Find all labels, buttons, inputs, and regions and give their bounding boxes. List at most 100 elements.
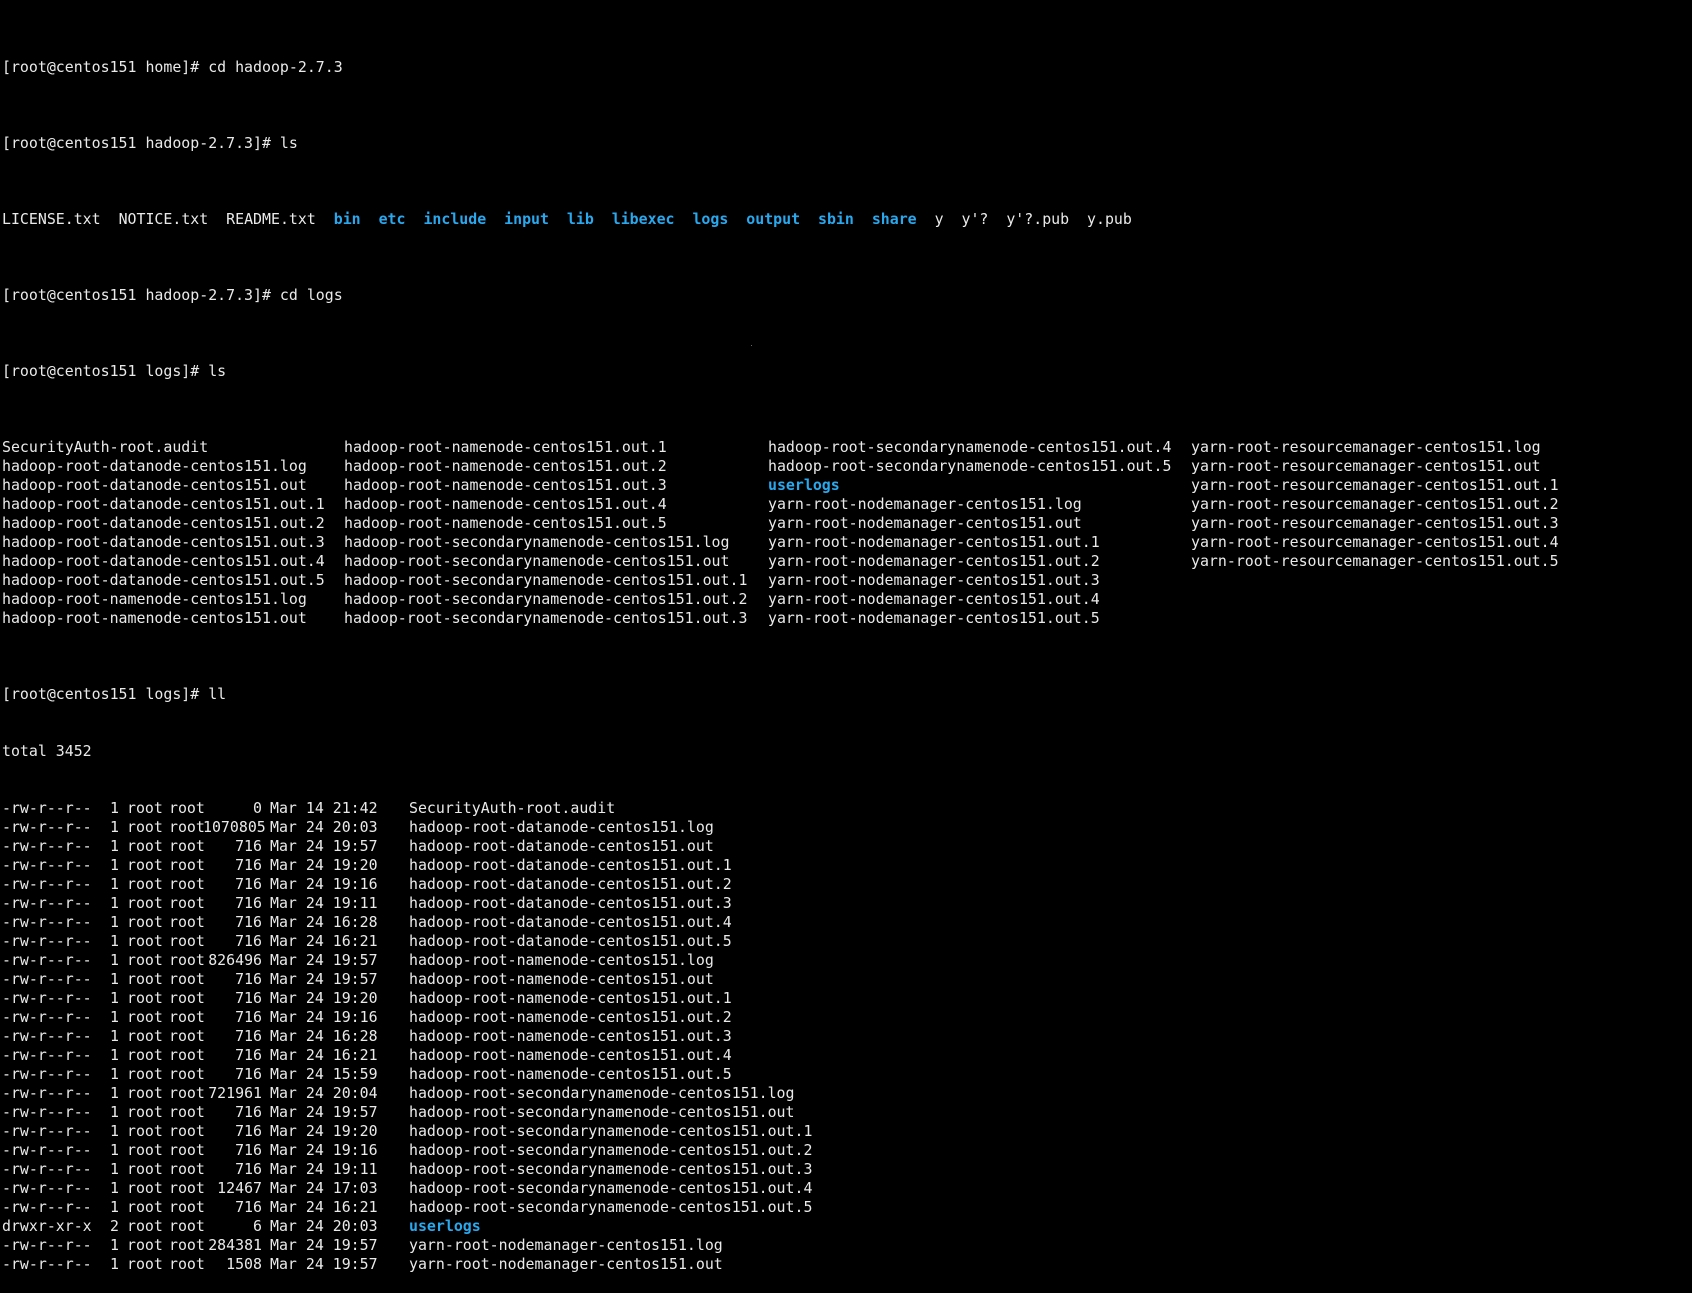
shell-prompt: [root@centos151 hadoop-2.7.3]# <box>2 286 271 304</box>
listing-perm: drwxr-xr-x <box>2 1217 92 1235</box>
listing-links: 1 <box>110 799 119 817</box>
listing-row: -rw-r--r-- 1 root root 716 Mar 24 19:11 hadoop… <box>2 894 1690 913</box>
listing-name: hadoop-root-namenode-centos151.out.3 <box>409 1027 732 1045</box>
listing-links: 1 <box>110 1065 119 1083</box>
listing-row: -rw-r--r-- 1 root root 721961 Mar 24 20:04 had… <box>2 1084 1690 1103</box>
directory-entry: output <box>746 210 801 228</box>
listing-links: 1 <box>110 818 119 836</box>
listing-perm: -rw-r--r-- <box>2 799 92 817</box>
file-entry: yarn-root-nodemanager-centos151.out.3 <box>768 571 1100 589</box>
listing-name: hadoop-root-secondarynamenode-centos151.… <box>409 1141 813 1159</box>
listing-owner: root <box>127 1103 163 1121</box>
file-entry: y'?.pub <box>1006 210 1070 228</box>
file-entry: LICENSE.txt <box>2 210 101 228</box>
shell-prompt: [root@centos151 logs]# <box>2 685 200 703</box>
listing-name: hadoop-root-datanode-centos151.out.1 <box>409 856 732 874</box>
listing-links: 1 <box>110 1179 119 1197</box>
listing-links: 1 <box>110 1046 119 1064</box>
directory-entry: bin <box>333 210 361 228</box>
listing-links: 1 <box>110 1103 119 1121</box>
listing-group: root <box>169 932 205 950</box>
directory-entry: lib <box>566 210 594 228</box>
listing-date: Mar 14 21:42 <box>270 799 378 817</box>
listing-size: 716 <box>235 1027 262 1045</box>
listing-perm: -rw-r--r-- <box>2 989 92 1007</box>
listing-name: hadoop-root-datanode-centos151.log <box>409 818 714 836</box>
listing-perm: -rw-r--r-- <box>2 1179 92 1197</box>
file-entry: yarn-root-nodemanager-centos151.out.1 <box>768 533 1100 551</box>
file-entry: hadoop-root-namenode-centos151.log <box>2 590 307 608</box>
listing-date: Mar 24 15:59 <box>270 1065 378 1083</box>
listing-links: 1 <box>110 1160 119 1178</box>
listing-size: 716 <box>235 1008 262 1026</box>
listing-links: 1 <box>110 989 119 1007</box>
file-entry: hadoop-root-datanode-centos151.out.4 <box>2 552 325 570</box>
listing-date: Mar 24 16:21 <box>270 932 378 950</box>
listing-size: 6 <box>253 1217 262 1235</box>
listing-owner: root <box>127 913 163 931</box>
listing-links: 1 <box>110 1084 119 1102</box>
listing-perm: -rw-r--r-- <box>2 1084 92 1102</box>
shell-prompt: [root@centos151 home]# <box>2 58 200 76</box>
listing-owner: root <box>127 1179 163 1197</box>
listing-row: -rw-r--r-- 1 root root 284381 Mar 24 19:57 yar… <box>2 1236 1690 1255</box>
listing-name: hadoop-root-namenode-centos151.out <box>409 970 714 988</box>
listing-name: hadoop-root-datanode-centos151.out.5 <box>409 932 732 950</box>
listing-size: 716 <box>235 932 262 950</box>
listing-perm: -rw-r--r-- <box>2 1198 92 1216</box>
listing-row: -rw-r--r-- 1 root root 1508 Mar 24 19:57 yarn-… <box>2 1255 1690 1274</box>
command-text: ll <box>199 685 227 703</box>
listing-owner: root <box>127 1046 163 1064</box>
listing-perm: -rw-r--r-- <box>2 970 92 988</box>
listing-links: 1 <box>110 875 119 893</box>
listing-name: hadoop-root-namenode-centos151.out.4 <box>409 1046 732 1064</box>
ls-row: hadoop-root-namenode-centos151.log hadoop… <box>2 590 1690 609</box>
command-line: [root@centos151 logs]# ls <box>2 362 1690 381</box>
file-entry: y <box>934 210 944 228</box>
terminal-window[interactable]: [root@centos151 home]# cd hadoop-2.7.3 [… <box>2 1 1690 1273</box>
listing-group: root <box>169 1236 205 1254</box>
listing-date: Mar 24 16:28 <box>270 1027 378 1045</box>
listing-name: hadoop-root-secondarynamenode-centos151.… <box>409 1198 813 1216</box>
listing-group: root <box>169 856 205 874</box>
listing-row: -rw-r--r-- 1 root root 716 Mar 24 19:11 hadoop… <box>2 1160 1690 1179</box>
listing-row: -rw-r--r-- 1 root root 716 Mar 24 19:20 hadoop… <box>2 856 1690 875</box>
listing-owner: root <box>127 989 163 1007</box>
listing-perm: -rw-r--r-- <box>2 951 92 969</box>
listing-owner: root <box>127 951 163 969</box>
listing-links: 1 <box>110 932 119 950</box>
command-text: ls <box>270 134 298 152</box>
listing-row: -rw-r--r-- 1 root root 716 Mar 24 19:57 hadoop… <box>2 1103 1690 1122</box>
command-text: cd hadoop-2.7.3 <box>199 58 343 76</box>
listing-perm: -rw-r--r-- <box>2 1065 92 1083</box>
file-entry: hadoop-root-namenode-centos151.out.2 <box>344 457 667 475</box>
ls-row: hadoop-root-datanode-centos151.out hadoop… <box>2 476 1690 495</box>
listing-name: hadoop-root-secondarynamenode-centos151.… <box>409 1103 795 1121</box>
listing-date: Mar 24 16:21 <box>270 1046 378 1064</box>
listing-perm: -rw-r--r-- <box>2 818 92 836</box>
listing-row: -rw-r--r-- 1 root root 716 Mar 24 19:20 hadoop… <box>2 989 1690 1008</box>
listing-group: root <box>169 1217 205 1235</box>
file-entry: hadoop-root-namenode-centos151.out.4 <box>344 495 667 513</box>
listing-owner: root <box>127 1217 163 1235</box>
file-entry: yarn-root-resourcemanager-centos151.out <box>1191 457 1541 475</box>
listing-size: 716 <box>235 1065 262 1083</box>
listing-group: root <box>169 1046 205 1064</box>
file-entry: yarn-root-nodemanager-centos151.out.2 <box>768 552 1100 570</box>
directory-entry: userlogs <box>768 476 840 494</box>
file-entry: y'? <box>961 210 989 228</box>
listing-perm: -rw-r--r-- <box>2 856 92 874</box>
ll-output: -rw-r--r-- 1 root root 0 Mar 14 21:42 Security… <box>2 799 1690 1274</box>
ls-row: hadoop-root-datanode-centos151.out.5 hado… <box>2 571 1690 590</box>
listing-size: 716 <box>235 894 262 912</box>
listing-group: root <box>169 1008 205 1026</box>
listing-links: 1 <box>110 1236 119 1254</box>
listing-group: root <box>169 1255 205 1273</box>
file-entry: hadoop-root-datanode-centos151.log <box>2 457 307 475</box>
file-entry: hadoop-root-secondarynamenode-centos151.… <box>344 571 748 589</box>
listing-owner: root <box>127 1255 163 1273</box>
listing-owner: root <box>127 1198 163 1216</box>
listing-perm: -rw-r--r-- <box>2 1255 92 1273</box>
listing-group: root <box>169 875 205 893</box>
listing-links: 1 <box>110 1122 119 1140</box>
